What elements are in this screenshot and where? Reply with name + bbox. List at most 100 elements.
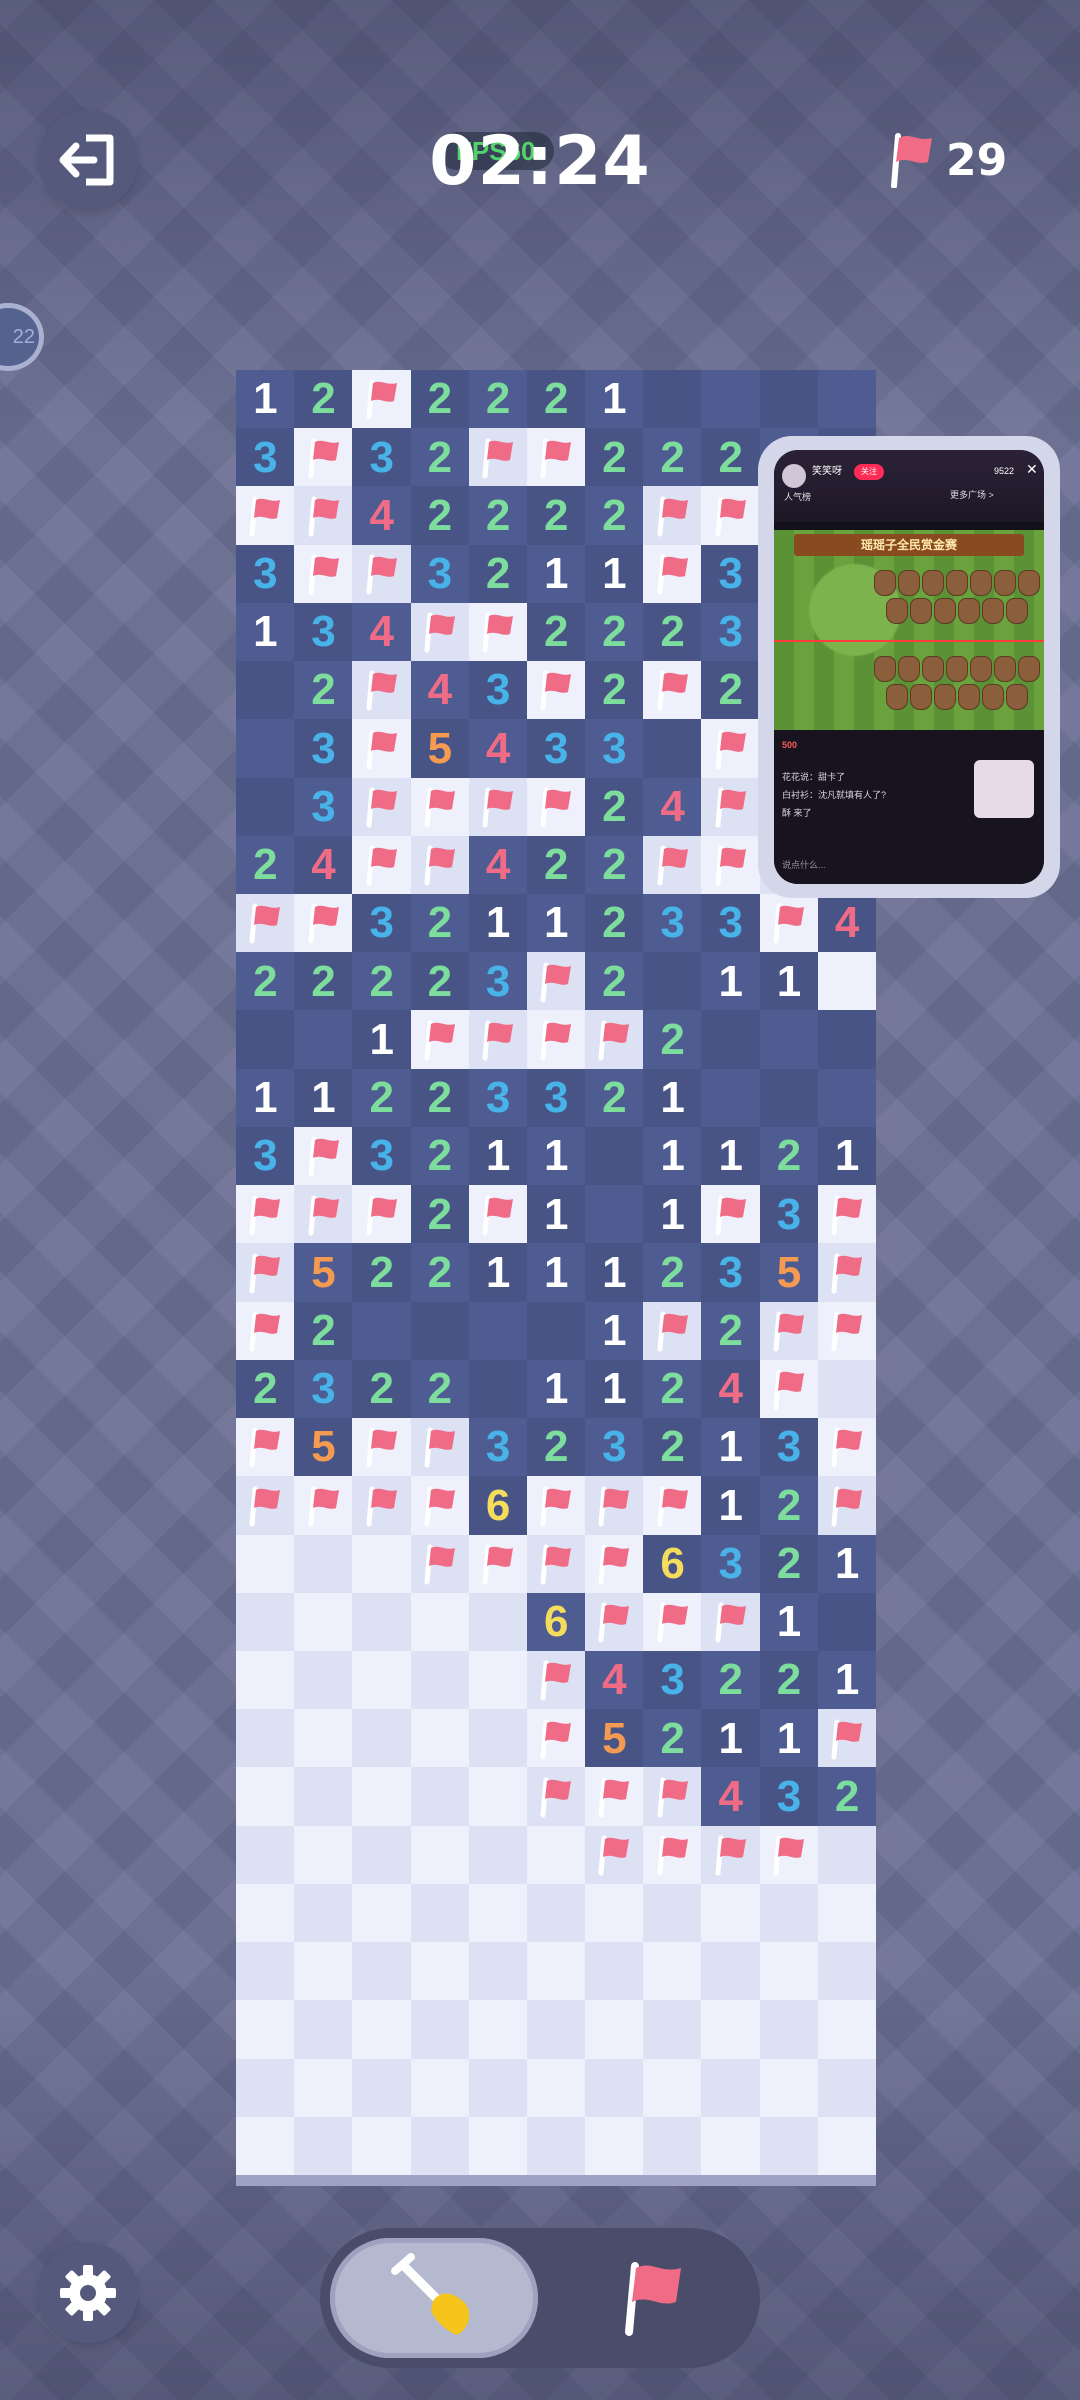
hidden-cell[interactable]	[410, 1942, 470, 2001]
hidden-cell[interactable]	[352, 1767, 412, 1827]
hidden-cell[interactable]	[468, 1709, 528, 1768]
hidden-cell[interactable]	[236, 1883, 295, 1943]
hidden-cell[interactable]	[352, 1592, 412, 1652]
hidden-cell[interactable]	[701, 1883, 761, 1943]
flagged-cell[interactable]	[643, 835, 702, 895]
hidden-cell[interactable]	[817, 1883, 877, 1943]
hidden-cell[interactable]	[236, 1650, 295, 1710]
hidden-cell[interactable]	[236, 2116, 295, 2176]
flagged-cell[interactable]	[410, 1418, 470, 1477]
flagged-cell[interactable]	[817, 1185, 877, 1244]
hidden-cell[interactable]	[468, 1592, 528, 1652]
hidden-cell[interactable]	[468, 1825, 528, 1885]
hidden-cell[interactable]	[294, 1534, 353, 1594]
flagged-cell[interactable]	[585, 1010, 644, 1070]
hidden-cell[interactable]	[352, 2000, 412, 2060]
hidden-cell[interactable]	[759, 1942, 819, 2001]
hidden-cell[interactable]	[236, 1709, 295, 1768]
hidden-cell[interactable]	[236, 2058, 295, 2118]
flagged-cell[interactable]	[526, 428, 586, 487]
hidden-cell[interactable]	[585, 2116, 644, 2176]
hidden-cell[interactable]	[352, 1650, 412, 1710]
flagged-cell[interactable]	[526, 1476, 586, 1535]
hidden-cell[interactable]	[410, 2116, 470, 2176]
flagged-cell[interactable]	[410, 835, 470, 895]
flagged-cell[interactable]	[410, 602, 470, 662]
flagged-cell[interactable]	[526, 1010, 586, 1070]
flagged-cell[interactable]	[817, 1709, 877, 1768]
flagged-cell[interactable]	[701, 719, 761, 779]
flagged-cell[interactable]	[410, 1534, 470, 1594]
hidden-cell[interactable]	[410, 1825, 470, 1885]
hidden-cell[interactable]	[352, 1942, 412, 2001]
flagged-cell[interactable]	[585, 1476, 644, 1535]
hidden-cell[interactable]	[410, 1650, 470, 1710]
flagged-cell[interactable]	[468, 777, 528, 837]
flagged-cell[interactable]	[701, 1825, 761, 1885]
hidden-cell[interactable]	[817, 2058, 877, 2118]
hidden-cell[interactable]	[294, 2058, 353, 2118]
hidden-cell[interactable]	[643, 1942, 702, 2001]
flagged-cell[interactable]	[236, 1301, 295, 1361]
flagged-cell[interactable]	[526, 1534, 586, 1594]
flagged-cell[interactable]	[526, 1709, 586, 1768]
flagged-cell[interactable]	[526, 952, 586, 1011]
hidden-cell[interactable]	[526, 2000, 586, 2060]
flagged-cell[interactable]	[759, 1825, 819, 1885]
flagged-cell[interactable]	[643, 1767, 702, 1827]
hidden-cell[interactable]	[759, 2116, 819, 2176]
hidden-cell[interactable]	[643, 2058, 702, 2118]
flagged-cell[interactable]	[643, 661, 702, 720]
flagged-cell[interactable]	[410, 1010, 470, 1070]
flagged-cell[interactable]	[526, 1650, 586, 1710]
flagged-cell[interactable]	[701, 1185, 761, 1244]
hidden-cell[interactable]	[236, 1942, 295, 2001]
hidden-cell[interactable]	[236, 1534, 295, 1594]
flagged-cell[interactable]	[701, 835, 761, 895]
flagged-cell[interactable]	[817, 1301, 877, 1361]
flagged-cell[interactable]	[294, 544, 353, 604]
hidden-cell[interactable]	[701, 2058, 761, 2118]
flagged-cell[interactable]	[294, 428, 353, 487]
flagged-cell[interactable]	[701, 486, 761, 546]
hidden-cell[interactable]	[585, 2000, 644, 2060]
hidden-cell[interactable]	[236, 1592, 295, 1652]
flagged-cell[interactable]	[352, 661, 412, 720]
chat-input[interactable]: 说点什么...	[782, 858, 826, 871]
side-avatar-badge[interactable]: 22	[0, 303, 44, 371]
flagged-cell[interactable]	[585, 1592, 644, 1652]
flagged-cell[interactable]	[759, 1301, 819, 1361]
stream-screen[interactable]: 笑笑呀 关注 9522 ✕ 人气榜 更多广场 > 瑶瑶子全民赏金赛 500 花花…	[774, 450, 1044, 884]
flagged-cell[interactable]	[585, 1825, 644, 1885]
flagged-cell[interactable]	[585, 1767, 644, 1827]
hidden-cell[interactable]	[410, 1592, 470, 1652]
flagged-cell[interactable]	[294, 1126, 353, 1186]
hidden-cell[interactable]	[701, 1942, 761, 2001]
hidden-cell[interactable]	[526, 2116, 586, 2176]
hidden-cell[interactable]	[236, 1767, 295, 1827]
flag-tool-button[interactable]	[560, 2238, 750, 2358]
flagged-cell[interactable]	[352, 777, 412, 837]
flagged-cell[interactable]	[817, 1476, 877, 1535]
flagged-cell[interactable]	[352, 719, 412, 779]
hidden-cell[interactable]	[294, 2116, 353, 2176]
hidden-cell[interactable]	[410, 1709, 470, 1768]
flagged-cell[interactable]	[643, 1301, 702, 1361]
flagged-cell[interactable]	[236, 894, 295, 953]
hidden-cell[interactable]	[352, 1825, 412, 1885]
flagged-cell[interactable]	[294, 1185, 353, 1244]
flagged-cell[interactable]	[352, 835, 412, 895]
flagged-cell[interactable]	[352, 1476, 412, 1535]
hidden-cell[interactable]	[410, 1883, 470, 1943]
flagged-cell[interactable]	[643, 544, 702, 604]
hidden-cell[interactable]	[759, 2000, 819, 2060]
flagged-cell[interactable]	[759, 1359, 819, 1419]
hidden-cell[interactable]	[468, 2000, 528, 2060]
flagged-cell[interactable]	[701, 1592, 761, 1652]
flagged-cell[interactable]	[468, 1185, 528, 1244]
hidden-cell[interactable]	[817, 1942, 877, 2001]
hidden-cell[interactable]	[585, 2058, 644, 2118]
streamer-avatar[interactable]	[782, 464, 806, 488]
flagged-cell[interactable]	[759, 894, 819, 953]
flagged-cell[interactable]	[468, 1534, 528, 1594]
